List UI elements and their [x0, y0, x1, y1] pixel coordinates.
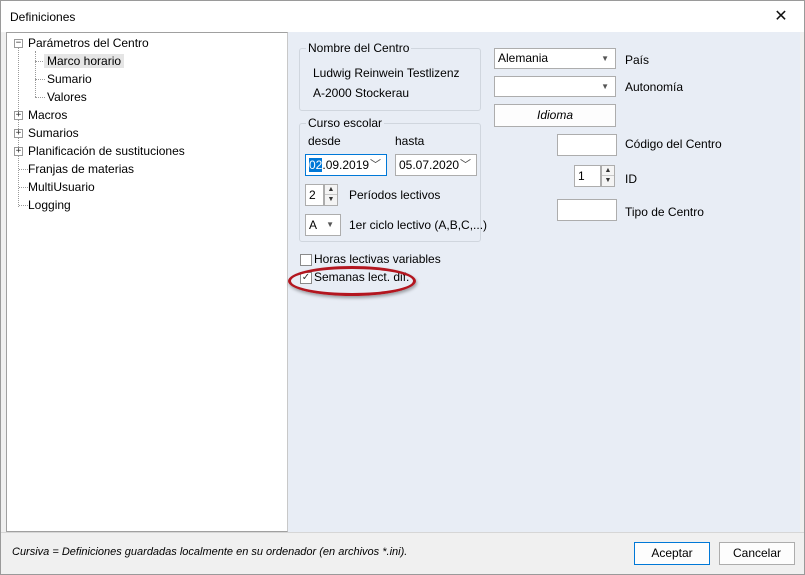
from-date-rest: .09.2019: [322, 158, 370, 172]
country-value: Alemania: [498, 51, 549, 65]
id-label: ID: [625, 172, 637, 186]
to-date-picker[interactable]: 05.07.2020 ﹀: [395, 154, 477, 176]
cycle-value: A: [309, 218, 318, 232]
tree-item-logging[interactable]: Logging: [28, 196, 71, 214]
expand-icon[interactable]: +: [14, 111, 23, 120]
status-bar: Cursiva = Definiciones guardadas localme…: [1, 532, 804, 574]
tree-item-label: Sumarios: [28, 126, 79, 140]
from-date-selected: 02: [309, 158, 323, 172]
accept-button[interactable]: Aceptar: [634, 542, 710, 565]
tree-item-label: Franjas de materias: [28, 162, 135, 176]
school-name-line1: Ludwig Reinwein Testlizenz: [313, 66, 460, 80]
cycle-select[interactable]: A ▼: [305, 214, 341, 236]
cycle-label: 1er ciclo lectivo (A,B,C,...): [349, 218, 488, 232]
chevron-down-icon: ﹀: [460, 159, 471, 171]
tree-item-macros[interactable]: Macros: [28, 106, 67, 124]
variable-hours-label: Horas lectivas variables: [314, 252, 441, 266]
periods-value: 2: [309, 188, 316, 202]
school-name-line2: A-2000 Stockerau: [313, 86, 410, 100]
tree-item-label: Logging: [28, 198, 71, 212]
dropdown-arrow-icon: ▼: [326, 220, 334, 229]
region-select[interactable]: ▼: [494, 76, 616, 97]
id-stepper[interactable]: ▲ ▼: [601, 165, 615, 187]
tree-connector: [18, 47, 19, 207]
language-button[interactable]: Idioma: [494, 104, 616, 127]
school-year-group: Curso escolar desde hasta 02.09.2019 ﹀ 0…: [299, 116, 487, 242]
tree-item-parametros-del-centro[interactable]: Parámetros del Centro: [28, 34, 149, 52]
cancel-button[interactable]: Cancelar: [719, 542, 795, 565]
dropdown-arrow-icon: ▼: [601, 54, 609, 63]
highlight-annotation: [288, 266, 416, 296]
tree-item-label: Planificación de sustituciones: [28, 144, 185, 158]
title-bar: Definiciones ✕: [1, 1, 804, 32]
tree-item-franjas-de-materias[interactable]: Franjas de materias: [28, 160, 134, 178]
window-title: Definiciones: [10, 10, 76, 24]
from-date-picker[interactable]: 02.09.2019 ﹀: [305, 154, 387, 176]
tree-connector: [19, 169, 28, 170]
id-value: 1: [578, 169, 585, 183]
dropdown-arrow-icon: ▼: [601, 82, 609, 91]
variable-hours-checkbox[interactable]: [300, 254, 312, 266]
school-name-group-title: Nombre del Centro: [306, 41, 412, 55]
periods-input[interactable]: 2: [305, 184, 324, 206]
school-type-input[interactable]: [557, 199, 617, 221]
country-select[interactable]: Alemania ▼: [494, 48, 616, 69]
school-year-group-title: Curso escolar: [306, 116, 385, 130]
to-label: hasta: [395, 134, 425, 148]
tree-item-label: Sumario: [47, 72, 92, 86]
region-label: Autonomía: [625, 80, 684, 94]
tree-item-valores[interactable]: Valores: [47, 88, 87, 106]
stepper-up-icon[interactable]: ▲: [325, 185, 337, 195]
chevron-down-icon: ﹀: [370, 159, 381, 171]
stepper-up-icon[interactable]: ▲: [602, 166, 614, 176]
expand-icon[interactable]: +: [14, 129, 23, 138]
country-label: País: [625, 53, 650, 67]
status-text: Cursiva = Definiciones guardadas localme…: [12, 546, 408, 558]
school-code-input[interactable]: [557, 134, 617, 156]
close-icon[interactable]: ✕: [758, 1, 804, 31]
tree-item-planificacion-sustituciones[interactable]: Planificación de sustituciones: [28, 142, 185, 160]
tree-item-label: Parámetros del Centro: [28, 36, 149, 50]
tree-connector: [35, 51, 36, 97]
collapse-icon[interactable]: −: [14, 39, 23, 48]
school-type-label: Tipo de Centro: [625, 205, 704, 219]
tree-item-label: MultiUsuario: [28, 180, 95, 194]
tree-item-marco-horario[interactable]: Marco horario: [44, 52, 125, 70]
from-label: desde: [308, 134, 341, 148]
tree-item-label: Macros: [28, 108, 68, 122]
tree-item-label: Valores: [47, 90, 87, 104]
periods-label: Períodos lectivos: [349, 188, 441, 202]
tree-connector: [19, 205, 28, 206]
school-code-label: Código del Centro: [625, 137, 722, 151]
expand-icon[interactable]: +: [14, 147, 23, 156]
id-input[interactable]: 1: [574, 165, 601, 187]
tree-connector: [35, 97, 45, 98]
definitions-tree: − Parámetros del Centro Marco horario Su…: [6, 32, 288, 532]
tree-connector: [35, 79, 45, 80]
stepper-down-icon[interactable]: ▼: [325, 195, 337, 205]
school-name-group: Nombre del Centro Ludwig Reinwein Testli…: [299, 41, 481, 111]
stepper-down-icon[interactable]: ▼: [602, 176, 614, 186]
periods-stepper[interactable]: ▲ ▼: [324, 184, 338, 206]
to-date-value: 05.07.2020: [399, 158, 460, 172]
tree-connector: [19, 187, 28, 188]
tree-item-label: Marco horario: [44, 54, 125, 68]
tree-item-sumarios[interactable]: Sumarios: [28, 124, 79, 142]
tree-item-sumario[interactable]: Sumario: [47, 70, 92, 88]
tree-item-multiusuario[interactable]: MultiUsuario: [28, 178, 95, 196]
definitions-dialog: Definiciones ✕ − Parámetros del Centro M…: [0, 0, 805, 575]
